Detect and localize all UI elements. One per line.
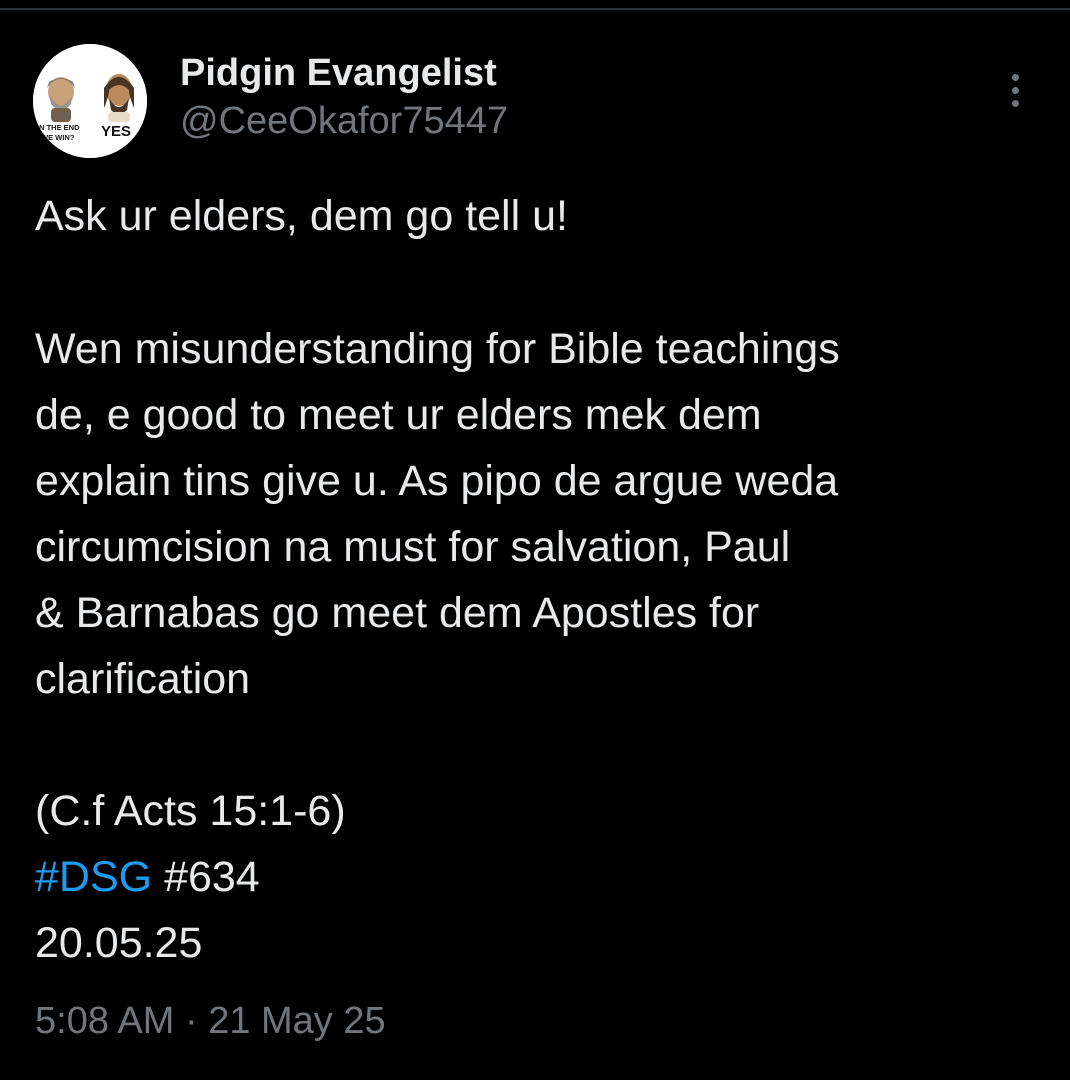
user-handle[interactable]: @CeeOkafor75447 <box>180 98 508 144</box>
more-options-icon <box>1011 73 1019 81</box>
tweet-timestamp[interactable]: 5:08 AM · 21 May 25 <box>35 998 386 1044</box>
display-name[interactable]: Pidgin Evangelist <box>180 50 497 96</box>
avatar[interactable]: IN THE END WE WIN? YES <box>33 44 147 158</box>
avatar-caption-right: YES <box>101 123 131 140</box>
tweet-paragraph-line: Wen misunderstanding for Bible teachings <box>35 325 840 373</box>
tweet-paragraph-line: de, e good to meet ur elders mek dem <box>35 391 762 439</box>
more-options-icon-dot <box>1011 99 1019 107</box>
tweet-paragraph-line: clarification <box>35 655 251 703</box>
tweet-tags: #DSG #634 <box>35 844 260 910</box>
tweet-paragraph-line: & Barnabas go meet dem Apostles for <box>35 589 760 637</box>
more-options-icon-dot <box>1011 86 1019 94</box>
avatar-caption-left-2: WE WIN? <box>41 133 75 142</box>
avatar-caption-left-1: IN THE END <box>37 123 80 132</box>
tweet-headline: Ask ur elders, dem go tell u! <box>35 192 568 240</box>
number-tag: #634 <box>164 853 260 901</box>
hashtag-link[interactable]: #DSG <box>35 853 152 901</box>
tweet-reference: (C.f Acts 15:1-6) <box>35 787 346 835</box>
tweet-paragraph-line: explain tins give u. As pipo de argue we… <box>35 457 839 505</box>
tweet-paragraph-line: circumcision na must for salvation, Paul <box>35 523 791 571</box>
tweet: IN THE END WE WIN? YES Pidgin Evangelist… <box>0 0 1070 1080</box>
avatar-left-figure <box>47 77 75 122</box>
more-options-button[interactable] <box>996 66 1034 114</box>
tweet-date-line: 20.05.25 <box>35 919 203 967</box>
tweet-paragraph: Wen misunderstanding for Bible teachings… <box>35 316 840 712</box>
avatar-right-figure <box>104 74 134 122</box>
avatar-image: IN THE END WE WIN? YES <box>33 44 147 158</box>
